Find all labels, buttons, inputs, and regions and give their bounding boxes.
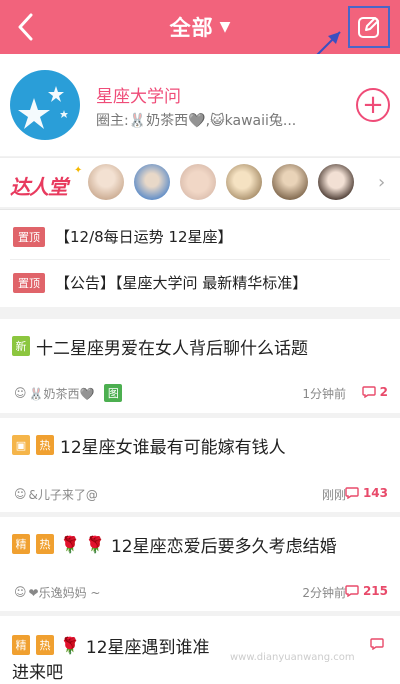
post-item[interactable]: 精 热 🌹 12星座遇到谁准 进来吧	[0, 616, 400, 684]
post-item[interactable]: 精 热 🌹 🌹 12星座恋爱后要多久考虑结婚 ☺ ❤乐逸妈妈 ~ 2分钟前 21…	[0, 517, 400, 611]
pinned-title: 【公告】【星座大学问 最新精华标准】	[55, 274, 308, 292]
post-author: &儿子来了@	[28, 487, 98, 502]
pinned-posts: 置顶 【12/8每日运势 12星座】 置顶 【公告】【星座大学问 最新精华标准】	[0, 209, 400, 307]
pinned-badge: 置顶	[13, 227, 45, 247]
stars-icon	[18, 86, 68, 129]
author-icon: ☺	[14, 585, 27, 599]
comment-count[interactable]	[370, 638, 388, 650]
expert-avatar[interactable]	[134, 164, 170, 200]
post-time: 1分钟前	[302, 387, 346, 401]
circle-name: 星座大学问	[96, 87, 181, 107]
caret-down-icon: ▼	[219, 19, 231, 35]
post-title: 12星座恋爱后要多久考虑结婚	[110, 536, 337, 557]
post-title: 12星座遇到谁准	[85, 637, 210, 658]
rose-icon: 🌹	[60, 635, 80, 655]
author-icon: ☺	[14, 487, 27, 501]
comment-icon	[345, 585, 359, 597]
expert-avatar[interactable]	[88, 164, 124, 200]
circle-avatar[interactable]	[10, 70, 80, 140]
edit-pen-icon	[358, 17, 379, 38]
comment-icon	[345, 487, 359, 499]
top-nav-bar: 全部 ▼	[0, 0, 400, 54]
expert-avatar[interactable]	[318, 164, 354, 200]
watermark: www.dianyuanwang.com	[230, 652, 355, 663]
post-author: 🐰奶茶西🩶	[28, 386, 95, 401]
hot-badge: 热	[36, 534, 54, 554]
featured-badge: 精	[12, 534, 30, 554]
author-icon: ☺	[14, 386, 27, 400]
expert-avatar[interactable]	[180, 164, 216, 200]
post-time: 刚刚	[321, 488, 346, 502]
comment-count[interactable]: 2	[361, 385, 388, 399]
chevron-right-icon[interactable]: ›	[378, 172, 385, 193]
post-title: 12星座女谁最有可能嫁有钱人	[60, 437, 286, 458]
rose-icon: 🌹 🌹	[60, 534, 105, 554]
comment-icon	[361, 386, 376, 398]
featured-badge: 精	[12, 635, 30, 655]
expert-avatar[interactable]	[272, 164, 308, 200]
pinned-post[interactable]: 置顶 【12/8每日运势 12星座】	[10, 216, 390, 260]
hot-badge: 热	[36, 635, 54, 655]
image-tag-badge: 图	[104, 384, 123, 402]
category-selector[interactable]: 全部 ▼	[0, 0, 400, 54]
image-icon: ▣	[12, 435, 30, 455]
pinned-title: 【12/8每日运势 12星座】	[55, 228, 233, 246]
compose-post-button[interactable]	[348, 6, 390, 48]
post-author: ❤乐逸妈妈 ~	[28, 585, 101, 600]
expert-avatar[interactable]	[226, 164, 262, 200]
pinned-badge: 置顶	[13, 273, 45, 293]
post-item[interactable]: 新 十二星座男爱在女人背后聊什么话题 ☺ 🐰奶茶西🩶 图 1分钟前 2	[0, 319, 400, 413]
post-time: 2分钟前	[302, 586, 346, 600]
post-title: 十二星座男爱在女人背后聊什么话题	[36, 338, 308, 359]
experts-hall[interactable]: 达人堂 ✦ ›	[0, 157, 400, 207]
comment-count[interactable]: 215	[345, 584, 388, 598]
comment-icon	[370, 638, 384, 650]
post-item[interactable]: ▣ 热 12星座女谁最有可能嫁有钱人 ☺ &儿子来了@ 刚刚 143	[0, 418, 400, 512]
page-title: 全部	[169, 16, 214, 40]
comment-count[interactable]: 143	[345, 486, 388, 500]
circle-owners: 圈主:🐰奶茶西🩶,😺kawaii兔...	[96, 113, 297, 129]
join-circle-button[interactable]: +	[356, 88, 390, 122]
post-title-line2: 进来吧	[12, 663, 63, 683]
hot-badge: 热	[36, 435, 54, 455]
pinned-post[interactable]: 置顶 【公告】【星座大学问 最新精华标准】	[0, 262, 400, 306]
new-badge: 新	[12, 336, 30, 356]
circle-info-panel: 星座大学问 圈主:🐰奶茶西🩶,😺kawaii兔...	[0, 54, 400, 156]
experts-label: 达人堂	[10, 175, 68, 199]
sparkle-icon: ✦	[74, 165, 83, 176]
